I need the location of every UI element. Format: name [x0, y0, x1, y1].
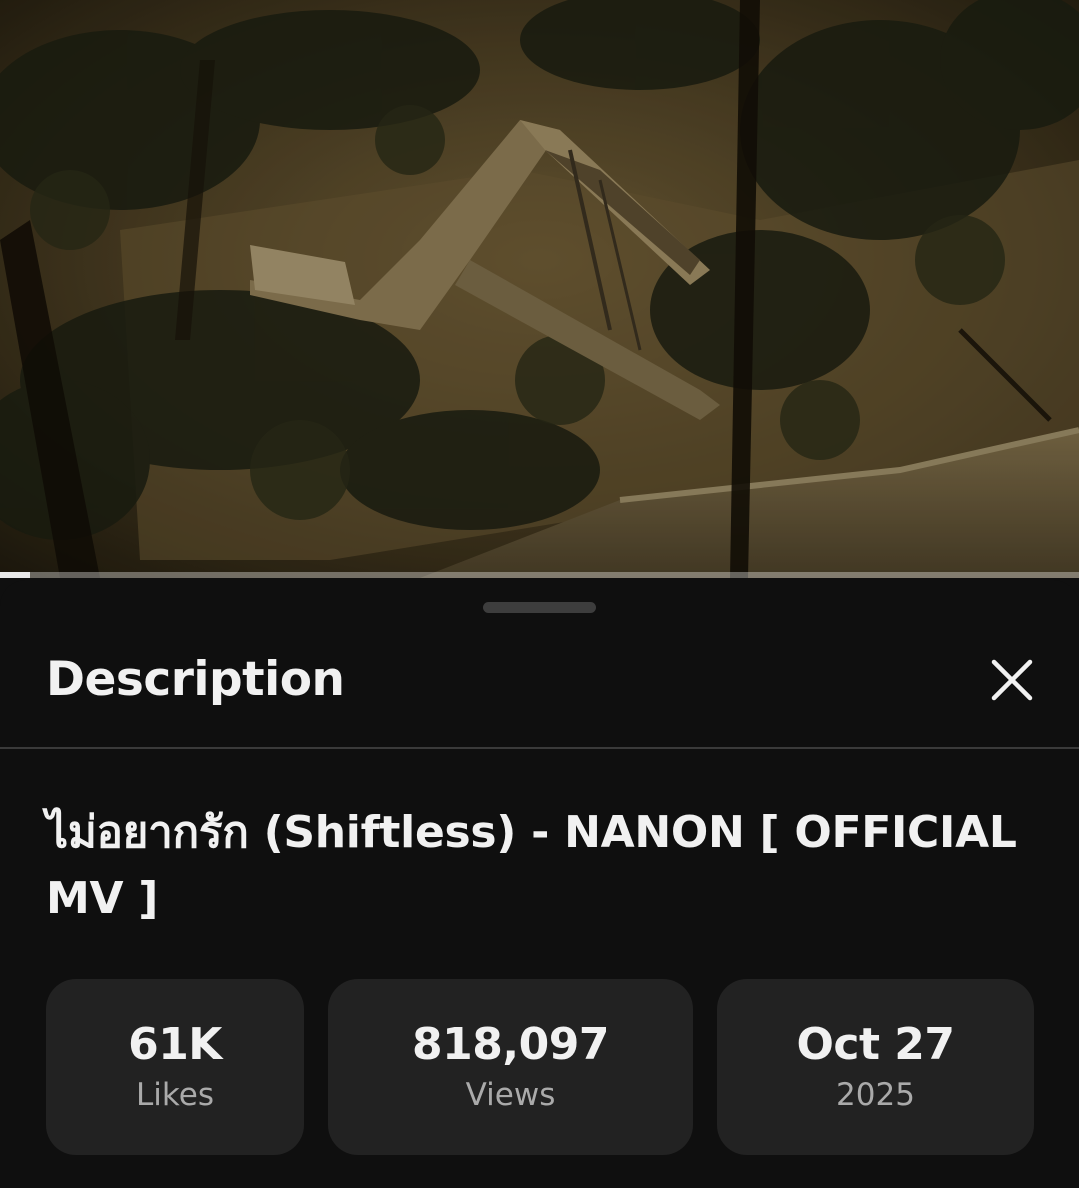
progress-bar[interactable] [0, 572, 1079, 578]
video-player[interactable] [0, 0, 1079, 578]
likes-stat-card: 61K Likes [46, 979, 304, 1155]
likes-label: Likes [136, 1077, 214, 1113]
video-frame [0, 0, 1079, 578]
publish-date: Oct 27 [796, 1019, 955, 1070]
drag-handle[interactable] [483, 602, 596, 613]
sheet-title: Description [46, 652, 345, 707]
divider [0, 747, 1079, 749]
video-title: ไม่อยากรัก (Shiftless) - NANON [ OFFICIA… [46, 807, 1017, 924]
likes-count: 61K [128, 1019, 222, 1070]
publish-year: 2025 [836, 1077, 915, 1113]
views-stat-card: 818,097 Views [328, 979, 693, 1155]
close-button[interactable] [984, 652, 1040, 708]
views-count: 818,097 [412, 1019, 609, 1070]
close-icon [991, 659, 1033, 701]
date-stat-card: Oct 27 2025 [717, 979, 1034, 1155]
description-sheet: Description ไม่อยากรัก (Shiftless) - NAN… [0, 580, 1079, 1188]
progress-bar-fill [0, 572, 31, 578]
views-label: Views [465, 1077, 556, 1113]
